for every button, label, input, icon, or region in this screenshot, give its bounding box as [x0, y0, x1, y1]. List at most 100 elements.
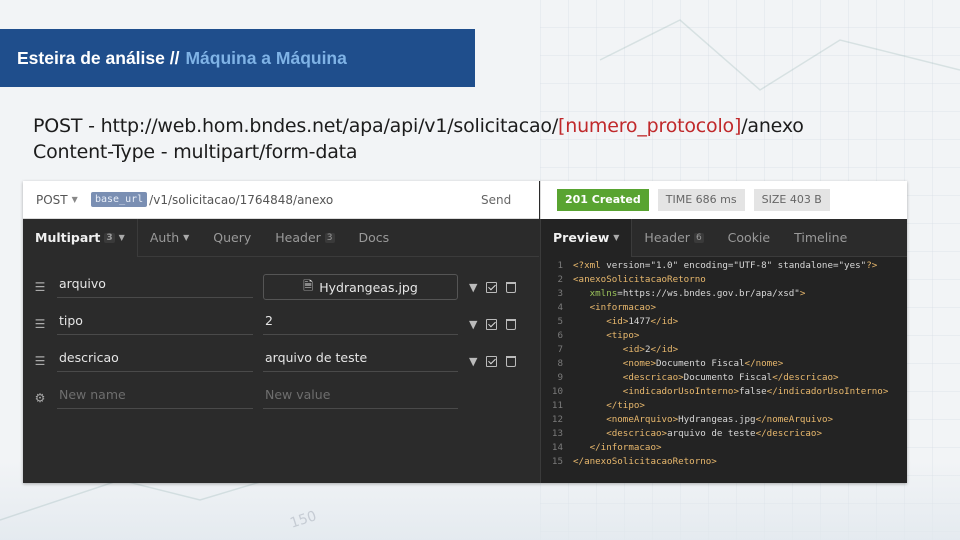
drag-handle-icon[interactable]: ☰	[33, 280, 47, 294]
tab-query[interactable]: Query	[201, 219, 263, 257]
base-url-variable[interactable]: base_url	[91, 192, 148, 207]
new-value-input[interactable]: New value	[263, 387, 458, 409]
param-value-field[interactable]: 2	[263, 313, 458, 335]
code-line: 7 <id>2</id>	[541, 343, 907, 357]
trash-icon[interactable]	[506, 318, 517, 330]
tab-preview-label: Preview	[553, 230, 610, 245]
chevron-down-icon: ▼	[183, 233, 190, 242]
line-number: 6	[557, 330, 563, 341]
new-param-row: ⚙ New name New value	[23, 380, 539, 416]
file-icon: 🗎	[303, 277, 314, 293]
multipart-row: ☰ descricao arquivo de teste ▼	[23, 343, 539, 379]
new-name-input[interactable]: New name	[57, 387, 253, 409]
enable-checkbox[interactable]	[486, 355, 498, 367]
endpoint-prefix: POST - http://web.hom.bndes.net/apa/api/…	[33, 115, 559, 137]
code-line: 2 <anexoSolicitacaoRetorno	[541, 273, 907, 287]
tab-response-header-label: Header	[644, 230, 690, 245]
send-button[interactable]: Send	[481, 193, 539, 207]
code-line: 15 </anexoSolicitacaoRetorno>	[541, 455, 907, 469]
tab-cookie-label: Cookie	[727, 230, 771, 245]
line-number: 11	[551, 400, 563, 411]
row-tools: ▼	[469, 355, 517, 368]
dropdown-chevron-icon[interactable]: ▼	[469, 281, 477, 294]
dropdown-chevron-icon[interactable]: ▼	[469, 355, 477, 368]
dropdown-chevron-icon[interactable]: ▼	[469, 318, 477, 331]
url-input[interactable]: base_url /v1/solicitacao/1764848/anexo	[91, 192, 481, 207]
tab-timeline-label: Timeline	[794, 230, 848, 245]
endpoint-line: POST - http://web.hom.bndes.net/apa/api/…	[33, 113, 804, 139]
code-text: <informacao>	[589, 302, 657, 313]
code-text: </anexoSolicitacaoRetorno>	[573, 456, 717, 467]
tab-query-label: Query	[213, 230, 252, 245]
chevron-down-icon: ▼	[71, 195, 78, 204]
content-type-line: Content-Type - multipart/form-data	[33, 141, 358, 163]
line-number: 13	[551, 428, 563, 439]
tab-header-count: 3	[324, 232, 335, 243]
drag-handle-icon[interactable]: ☰	[33, 317, 47, 331]
code-text: </tipo>	[606, 400, 645, 411]
tab-multipart[interactable]: Multipart 3 ▼	[23, 218, 138, 257]
code-line: 6 <tipo>	[541, 329, 907, 343]
endpoint-param: [numero_protocolo]	[558, 115, 742, 137]
param-name-field[interactable]: arquivo	[57, 276, 253, 298]
code-text: <indicadorUsoInterno>false</indicadorUso…	[622, 386, 889, 397]
trash-icon[interactable]	[506, 281, 517, 293]
multipart-row: ☰ tipo 2 ▼	[23, 306, 539, 342]
line-number: 8	[557, 358, 563, 369]
code-line: 9 <descricao>Documento Fiscal</descricao…	[541, 371, 907, 385]
method-select[interactable]: POST ▼	[23, 193, 91, 207]
response-body-code: 1 <?xml version="1.0" encoding="UTF-8" st…	[541, 259, 907, 469]
endpoint-description: POST - http://web.hom.bndes.net/apa/api/…	[33, 113, 804, 165]
code-line: 10 <indicadorUsoInterno>false</indicador…	[541, 385, 907, 399]
response-tabs: Preview ▼ Header 6 Cookie Timeline	[541, 218, 907, 257]
method-label: POST	[36, 192, 68, 207]
code-text: <?xml version="1.0" encoding="UTF-8" sta…	[573, 260, 878, 271]
size-badge: SIZE 403 B	[753, 189, 830, 211]
enable-checkbox[interactable]	[486, 281, 498, 293]
code-text: <id>2</id>	[622, 344, 679, 355]
tab-multipart-count: 3	[104, 232, 115, 243]
code-text: <tipo>	[606, 330, 640, 341]
code-text: <id>1477</id>	[606, 316, 679, 327]
code-line: 11 </tipo>	[541, 399, 907, 413]
code-line: 1 <?xml version="1.0" encoding="UTF-8" st…	[541, 259, 907, 273]
param-name-field[interactable]: tipo	[57, 313, 253, 335]
code-text: <nomeArquivo>Hydrangeas.jpg</nomeArquivo…	[606, 414, 834, 425]
code-line: 4 <informacao>	[541, 301, 907, 315]
request-pane: Multipart 3 ▼ Auth ▼ Query Header 3 Docs…	[23, 218, 539, 483]
request-tabs: Multipart 3 ▼ Auth ▼ Query Header 3 Docs	[23, 218, 539, 257]
param-value-field[interactable]: arquivo de teste	[263, 350, 458, 372]
tab-auth-label: Auth	[149, 230, 180, 245]
trash-icon[interactable]	[506, 355, 517, 367]
tab-docs[interactable]: Docs	[347, 219, 402, 257]
slide-title: Esteira de análise // Máquina a Máquina	[0, 29, 475, 87]
gear-icon[interactable]: ⚙	[33, 391, 47, 405]
tab-multipart-label: Multipart	[35, 230, 101, 245]
tab-response-header[interactable]: Header 6	[632, 219, 715, 257]
enable-checkbox[interactable]	[486, 318, 498, 330]
tab-response-header-count: 6	[693, 232, 704, 243]
api-client-screenshot: POST ▼ base_url /v1/solicitacao/1764848/…	[23, 181, 907, 483]
tab-header[interactable]: Header 3	[263, 219, 346, 257]
drag-handle-icon[interactable]: ☰	[33, 354, 47, 368]
code-text: <descricao>Documento Fiscal</descricao>	[622, 372, 839, 383]
code-line: 8 <nome>Documento Fiscal</nome>	[541, 357, 907, 371]
title-prefix: Esteira de análise //	[17, 47, 180, 68]
line-number: 14	[551, 442, 563, 453]
row-tools: ▼	[469, 318, 517, 331]
chevron-down-icon: ▼	[613, 233, 620, 242]
tab-docs-label: Docs	[358, 230, 390, 245]
time-badge: TIME 686 ms	[657, 189, 745, 211]
file-picker-button[interactable]: 🗎 Hydrangeas.jpg	[263, 274, 458, 300]
response-status-bar: 201 Created TIME 686 ms SIZE 403 B	[540, 181, 907, 219]
response-pane: Preview ▼ Header 6 Cookie Timeline 1 <?xm…	[540, 218, 907, 483]
param-name-field[interactable]: descricao	[57, 350, 253, 372]
code-text: <descricao>arquivo de teste</descricao>	[606, 428, 822, 439]
line-number: 2	[557, 274, 563, 285]
code-text: xmlns=https://ws.bndes.gov.br/apa/xsd">	[589, 288, 806, 299]
code-text: <nome>Documento Fiscal</nome>	[622, 358, 784, 369]
tab-auth[interactable]: Auth ▼	[138, 219, 201, 257]
tab-cookie[interactable]: Cookie	[716, 219, 782, 257]
tab-timeline[interactable]: Timeline	[782, 219, 859, 257]
tab-preview[interactable]: Preview ▼	[541, 218, 633, 257]
